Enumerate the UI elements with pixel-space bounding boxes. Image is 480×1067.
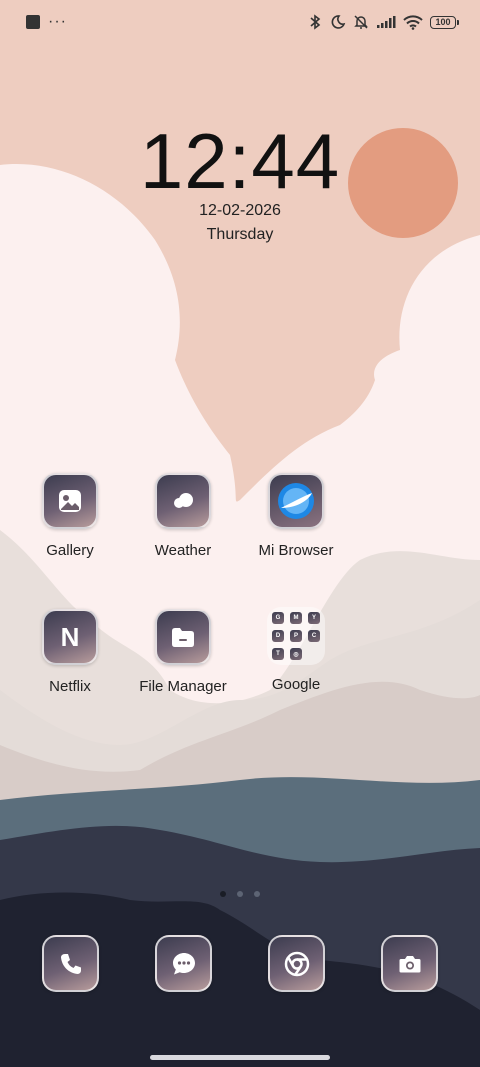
drive-mini-icon: D [272,630,284,642]
assistant-mini-icon: ◎ [290,648,302,660]
clock-time[interactable]: 12:44 [0,116,480,207]
page-dot [220,891,226,897]
app-file-manager[interactable]: File Manager [128,609,238,695]
folder-icon [155,609,211,665]
google-folder-icon: G M Y D P C T ◎ [267,607,325,665]
app-google-folder[interactable]: G M Y D P C T ◎ Google [241,607,351,693]
phone-icon[interactable] [42,935,99,992]
more-dots-icon: ··· [48,13,67,30]
battery-icon: 100 [430,15,459,29]
youtube-mini-icon: Y [308,612,320,624]
status-bar: ··· 100 [0,0,480,46]
tv-mini-icon: T [272,648,284,660]
app-label: File Manager [139,678,227,695]
clock-day: Thursday [206,226,274,243]
netflix-glyph: N [60,621,80,652]
page-dot [254,891,260,897]
chrome-icon[interactable] [268,935,325,992]
app-label: Mi Browser [258,542,334,559]
camera-icon[interactable] [381,935,438,992]
empty-slot [308,648,320,660]
page-dot [237,891,243,897]
bluetooth-icon [307,13,323,31]
app-netflix[interactable]: N Netflix [15,609,125,695]
app-label: Netflix [49,678,91,695]
app-label: Google [271,676,321,693]
netflix-icon: N [42,609,98,665]
google-mini-icon: G [272,612,284,624]
gallery-icon [42,473,98,529]
mi-browser-icon [268,473,324,529]
messages-icon[interactable] [155,935,212,992]
gesture-navigation-bar[interactable] [150,1055,330,1060]
clock-date: 12-02-2026 [199,202,281,219]
signal-icon [376,13,396,31]
wifi-icon [403,13,423,31]
page-indicator [0,891,480,897]
app-mi-browser[interactable]: Mi Browser [241,473,351,559]
weather-icon [155,473,211,529]
app-weather[interactable]: Weather [128,473,238,559]
app-label: Gallery [46,542,94,559]
moon-icon [330,13,346,31]
app-label: Weather [154,542,212,559]
chrome-mini-icon: C [308,630,320,642]
photos-mini-icon: P [290,630,302,642]
bell-off-icon [353,13,369,31]
app-gallery[interactable]: Gallery [15,473,125,559]
gmail-mini-icon: M [290,612,302,624]
notification-square-icon [26,15,40,29]
